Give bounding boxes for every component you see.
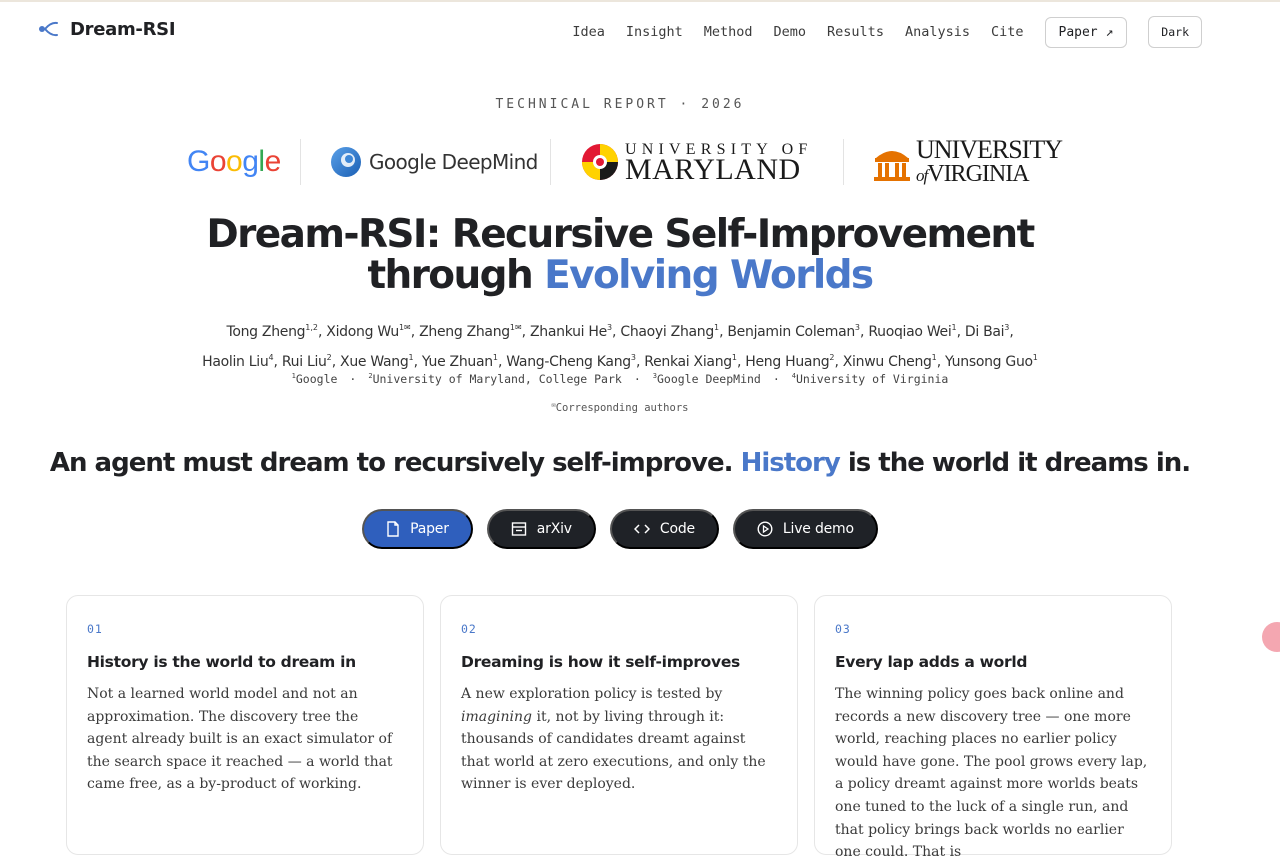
affiliation: 3Google DeepMind	[652, 372, 761, 386]
nav-link-analysis[interactable]: Analysis	[905, 24, 970, 40]
author[interactable]: Xidong Wu1✉	[326, 323, 410, 340]
umd-logo: UNIVERSITY OF MARYLAND	[581, 137, 812, 187]
author[interactable]: Tong Zheng1,2	[226, 323, 318, 340]
uva-wordmark: UNIVERSITY ofVIRGINIA	[916, 135, 1063, 187]
umd-seal-icon	[582, 144, 618, 180]
author-line-2: Haolin Liu4, Rui Liu2, Xue Wang1, Yue Zh…	[202, 353, 1038, 370]
nav-link-insight[interactable]: Insight	[626, 24, 683, 40]
logo-divider	[300, 139, 301, 185]
corresponding-note: ✉Corresponding authors	[551, 401, 689, 414]
nav-link-results[interactable]: Results	[827, 24, 884, 40]
author[interactable]: Haolin Liu4	[202, 353, 273, 370]
brand[interactable]: Dream-RSI	[38, 18, 176, 40]
archive-icon	[511, 522, 526, 536]
code-cta-button[interactable]: Code	[609, 509, 719, 549]
card-body: The winning policy goes back online and …	[835, 686, 1148, 861]
card-title: History is the world to dream in	[87, 653, 356, 671]
nav-link-idea[interactable]: Idea	[572, 24, 605, 40]
card-title: Every lap adds a world	[835, 653, 1028, 671]
report-eyebrow: TECHNICAL REPORT · 2026	[495, 97, 745, 112]
paper-button[interactable]: Paper ↗	[1044, 16, 1128, 48]
author[interactable]: Zhankui He3	[530, 323, 612, 340]
deepmind-wordmark: Google DeepMind	[369, 150, 538, 174]
tagline: An agent must dream to recursively self-…	[49, 448, 1191, 478]
logo-divider	[843, 139, 844, 185]
author[interactable]: Wang-Cheng Kang3	[506, 353, 636, 370]
card-body: A new exploration policy is tested by im…	[461, 686, 766, 793]
play-circle-icon	[757, 521, 773, 537]
google-logo: Google	[187, 137, 281, 187]
umd-wordmark: UNIVERSITY OF MARYLAND	[625, 141, 813, 186]
insight-card: 02 Dreaming is how it self-improves A ne…	[440, 595, 798, 855]
author-list: Tong Zheng1,2, Xidong Wu1✉, Zheng Zhang1…	[0, 315, 1240, 375]
google-logo-text: Google	[187, 145, 281, 178]
author[interactable]: Benjamin Coleman3	[727, 323, 860, 340]
insight-card: 01 History is the world to dream in Not …	[66, 595, 424, 855]
card-number: 02	[461, 622, 477, 636]
brand-name: Dream-RSI	[70, 18, 176, 40]
nav-links: Idea Insight Method Demo Results Analysi…	[572, 16, 1202, 48]
dream-logo-icon	[39, 21, 58, 37]
author[interactable]: Yunsong Guo1	[945, 353, 1038, 370]
author[interactable]: Ruoqiao Wei1	[868, 323, 956, 340]
uva-rotunda-icon	[874, 151, 910, 181]
author[interactable]: Di Bai3	[965, 323, 1010, 340]
affiliation: 1Google	[291, 372, 338, 386]
author-line-1: Tong Zheng1,2, Xidong Wu1✉, Zheng Zhang1…	[226, 323, 1014, 340]
page-title: Dream-RSI: Recursive Self-Improvement th…	[206, 212, 1035, 298]
author[interactable]: Xue Wang1	[340, 353, 414, 370]
nav-link-method[interactable]: Method	[704, 24, 753, 40]
document-icon	[387, 521, 399, 537]
insight-card: 03 Every lap adds a world The winning po…	[814, 595, 1172, 860]
author[interactable]: Heng Huang2	[745, 353, 834, 370]
nav-link-demo[interactable]: Demo	[774, 24, 807, 40]
insight-cards: 01 History is the world to dream in Not …	[66, 595, 1176, 860]
logo-divider	[550, 139, 551, 185]
author[interactable]: Rui Liu2	[282, 353, 332, 370]
floating-badge[interactable]	[1262, 622, 1280, 652]
live-demo-cta-button[interactable]: Live demo	[732, 509, 878, 549]
top-navigation: Dream-RSI Idea Insight Method Demo Resul…	[0, 2, 1280, 60]
nav-link-cite[interactable]: Cite	[991, 24, 1024, 40]
card-number: 01	[87, 622, 103, 636]
institution-logos: Google Google DeepMind UNIVERSITY OF MAR…	[0, 137, 1280, 187]
uva-logo: UNIVERSITY ofVIRGINIA	[872, 135, 1063, 187]
author[interactable]: Zheng Zhang1✉	[419, 323, 522, 340]
affiliations: 1Google · 2University of Maryland, College…	[291, 372, 949, 386]
arxiv-cta-button[interactable]: arXiv	[486, 509, 596, 549]
card-title: Dreaming is how it self-improves	[461, 653, 740, 671]
author[interactable]: Yue Zhuan1	[422, 353, 498, 370]
deepmind-logo: Google DeepMind	[330, 137, 538, 187]
card-body: Not a learned world model and not an app…	[87, 686, 393, 793]
affiliation: 4University of Virginia	[791, 372, 949, 386]
paper-cta-button[interactable]: Paper	[362, 509, 473, 549]
author[interactable]: Renkai Xiang1	[644, 353, 737, 370]
deepmind-icon	[331, 147, 361, 177]
author[interactable]: Chaoyi Zhang1	[620, 323, 719, 340]
affiliation: 2University of Maryland, College Park	[368, 372, 622, 386]
cta-buttons: Paper arXiv Code Live demo	[0, 509, 1240, 549]
code-icon	[633, 524, 650, 534]
card-number: 03	[835, 622, 851, 636]
dark-mode-toggle[interactable]: Dark	[1148, 16, 1202, 48]
author[interactable]: Xinwu Cheng1	[843, 353, 937, 370]
